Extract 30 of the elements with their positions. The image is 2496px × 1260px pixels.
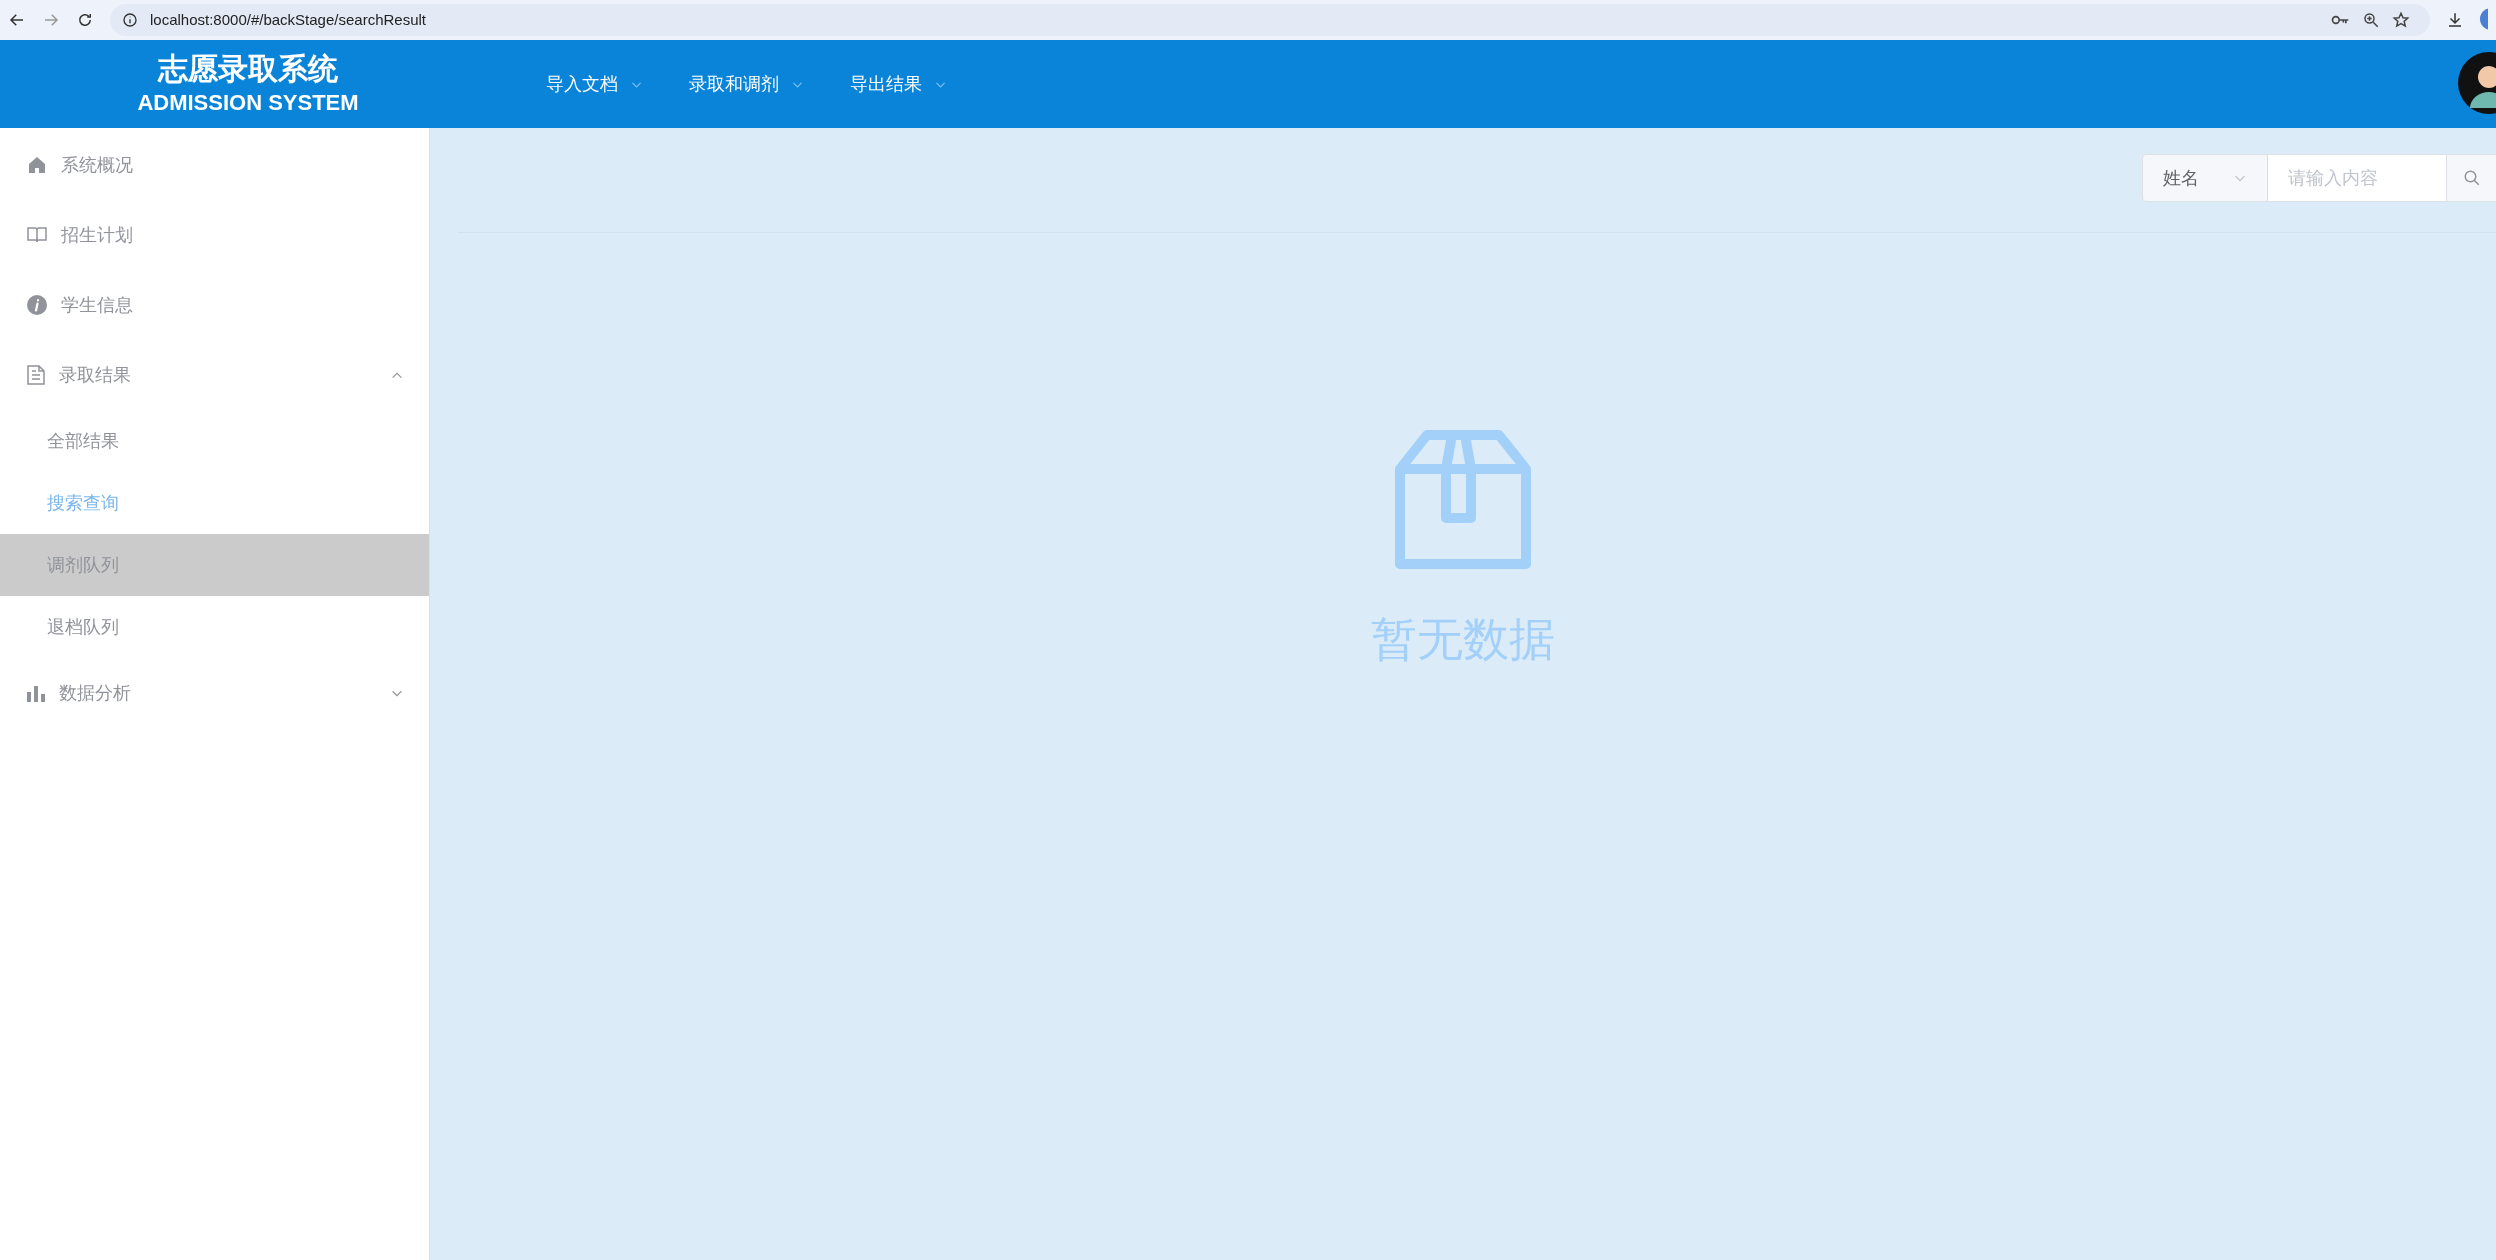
- back-icon[interactable]: [8, 11, 26, 29]
- document-icon: [27, 365, 45, 385]
- nav-menu[interactable]: 导入文档: [546, 70, 643, 98]
- search-input[interactable]: 请输入内容: [2268, 154, 2446, 202]
- sidebar-item[interactable]: 招生计划: [0, 200, 429, 270]
- sidebar-item[interactable]: 录取结果: [0, 340, 429, 410]
- address-bar[interactable]: localhost:8000/#/backStage/searchResult: [110, 4, 2430, 36]
- nav-menu[interactable]: 录取和调剂: [689, 70, 804, 98]
- reload-icon[interactable]: [76, 11, 94, 29]
- sidebar-item[interactable]: 学生信息: [0, 270, 429, 340]
- app-title: 志愿录取系统: [158, 51, 338, 87]
- info-icon[interactable]: [122, 12, 138, 28]
- bar-chart-icon: [27, 684, 45, 702]
- nav-menu[interactable]: 导出结果: [850, 70, 947, 98]
- home-icon: [27, 155, 47, 175]
- field-select[interactable]: 姓名: [2142, 154, 2268, 202]
- sidebar-item[interactable]: 数据分析: [0, 658, 429, 728]
- info-icon: [27, 295, 47, 315]
- book-icon: [27, 225, 47, 245]
- download-icon[interactable]: [2446, 11, 2464, 29]
- zoom-icon[interactable]: [2362, 11, 2380, 29]
- sidebar-subitem[interactable]: 调剂队列: [0, 534, 429, 596]
- star-icon[interactable]: [2392, 11, 2410, 29]
- forward-icon[interactable]: [42, 11, 60, 29]
- search-icon: [2463, 169, 2481, 187]
- empty-box-icon: [1392, 429, 1534, 571]
- url-text: localhost:8000/#/backStage/searchResult: [150, 9, 427, 30]
- app-subtitle: ADMISSION SYSTEM: [137, 89, 359, 117]
- empty-message: 暂无数据: [1371, 612, 1555, 667]
- sidebar-item[interactable]: 系统概况: [0, 130, 429, 200]
